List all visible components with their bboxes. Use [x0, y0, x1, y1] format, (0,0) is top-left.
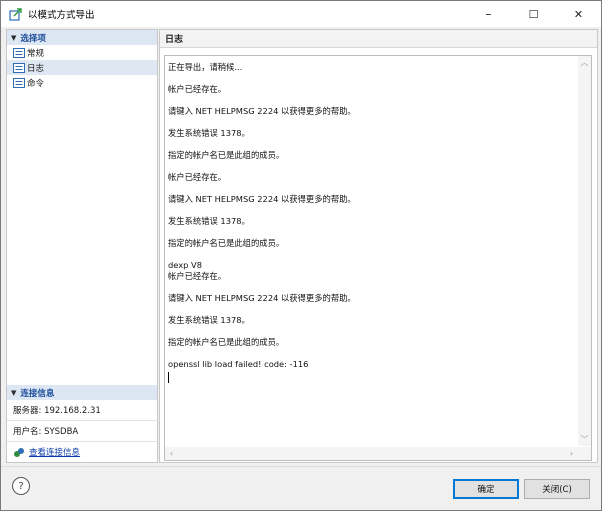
sidebar-item-command[interactable]: 命令 [7, 75, 157, 90]
scroll-right-icon[interactable]: › [565, 447, 578, 460]
server-info: 服务器: 192.168.2.31 [13, 406, 101, 416]
log-content: 正在导出，请稍候... 帐户已经存在。 请键入 NET HELPMSG 2224 以… [168, 62, 576, 383]
log-line: 帐户已经存在。 [168, 172, 227, 182]
log-line: 指定的帐户名已是此组的成员。 [168, 337, 285, 347]
log-line: 帐户已经存在。 [168, 271, 227, 281]
view-connection-row: 查看连接信息 [7, 441, 157, 462]
chevron-down-icon: ▼ [11, 33, 17, 42]
log-header: 日志 [160, 30, 597, 48]
scroll-up-icon[interactable]: ︿ [578, 56, 591, 69]
log-line: 请键入 NET HELPMSG 2224 以获得更多的帮助。 [168, 194, 356, 204]
close-window-button[interactable]: ✕ [556, 1, 601, 27]
log-line: 帐户已经存在。 [168, 84, 227, 94]
log-line: 指定的帐户名已是此组的成员。 [168, 150, 285, 160]
export-dialog: 以模式方式导出 – ☐ ✕ ▼ 选择项 常规 日志 命令 ▼ 连接信息 服务器:… [0, 0, 602, 511]
scroll-down-icon[interactable]: ﹀ [578, 433, 591, 446]
title-bar: 以模式方式导出 – ☐ ✕ [1, 1, 601, 27]
log-line: 请键入 NET HELPMSG 2224 以获得更多的帮助。 [168, 293, 356, 303]
minimize-button[interactable]: – [466, 1, 511, 27]
log-textarea[interactable]: 正在导出，请稍候... 帐户已经存在。 请键入 NET HELPMSG 2224 以… [164, 55, 592, 461]
connection-info: ▼ 连接信息 服务器: 192.168.2.31 用户名: SYSDBA 查看连… [7, 385, 157, 462]
options-section-label: 选择项 [20, 33, 46, 44]
log-line: 指定的帐户名已是此组的成员。 [168, 238, 285, 248]
log-line: dexp V8 [168, 260, 202, 270]
maximize-button[interactable]: ☐ [511, 1, 556, 27]
export-icon [9, 7, 23, 21]
sidebar-item-general[interactable]: 常规 [7, 45, 157, 60]
chevron-down-icon: ▼ [11, 388, 17, 397]
options-pane: ▼ 选择项 常规 日志 命令 ▼ 连接信息 服务器: 192.168.2.31 … [6, 29, 158, 463]
connection-section-header[interactable]: ▼ 连接信息 [7, 385, 157, 400]
sidebar-item-label: 命令 [27, 78, 45, 89]
scroll-left-icon[interactable]: ‹ [165, 447, 178, 460]
list-icon [13, 47, 25, 58]
log-line: 发生系统错误 1378。 [168, 216, 250, 226]
help-icon[interactable]: ? [12, 477, 30, 495]
list-icon [13, 77, 25, 88]
sidebar-item-log[interactable]: 日志 [7, 60, 157, 75]
ok-button[interactable]: 确定 [453, 479, 519, 499]
log-line: 请键入 NET HELPMSG 2224 以获得更多的帮助。 [168, 106, 356, 116]
connection-section-label: 连接信息 [20, 388, 55, 399]
horizontal-scrollbar[interactable]: ‹ › [165, 447, 578, 460]
list-icon [13, 62, 25, 73]
vertical-scrollbar[interactable]: ︿ ﹀ [578, 56, 591, 446]
close-button[interactable]: 关闭(C) [524, 479, 590, 499]
log-line: 正在导出，请稍候... [168, 62, 243, 72]
sidebar-item-label: 常规 [27, 48, 45, 59]
log-pane: 日志 正在导出，请稍候... 帐户已经存在。 请键入 NET HELPMSG 222… [159, 29, 598, 463]
text-cursor [168, 372, 169, 383]
connection-icon [13, 447, 25, 458]
options-section-header[interactable]: ▼ 选择项 [7, 30, 157, 45]
log-line: 发生系统错误 1378。 [168, 315, 250, 325]
log-line: 发生系统错误 1378。 [168, 128, 250, 138]
log-line: openssl lib load failed! code: -116 [168, 359, 309, 369]
scroll-corner [578, 447, 591, 460]
sidebar-item-label: 日志 [27, 63, 45, 74]
view-connection-link[interactable]: 查看连接信息 [29, 446, 80, 458]
window-title: 以模式方式导出 [28, 10, 95, 21]
user-info: 用户名: SYSDBA [7, 420, 157, 441]
dialog-footer: ? 确定 关闭(C) [1, 466, 601, 510]
